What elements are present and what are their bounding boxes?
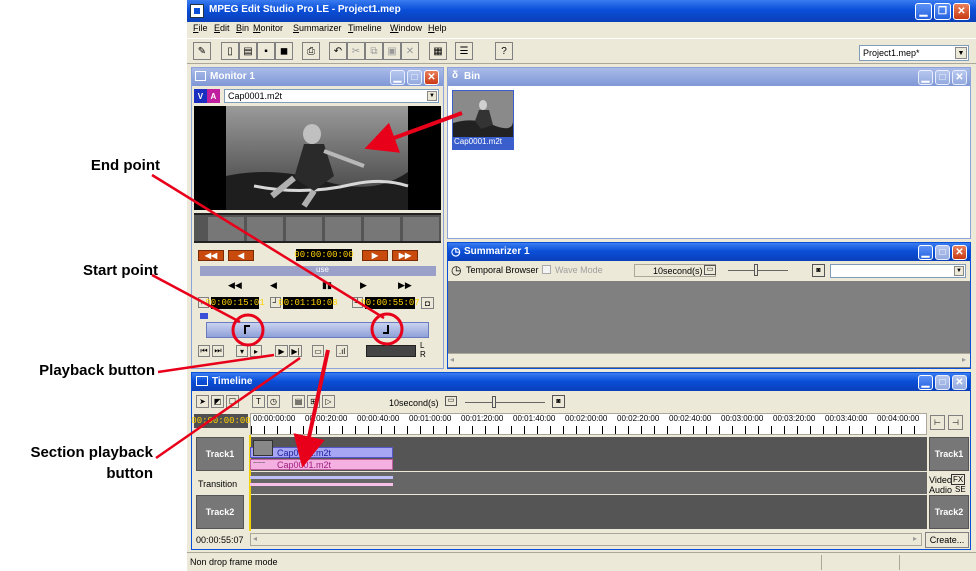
- monitor-to-timeline-arrow: [293, 349, 330, 468]
- bin-to-monitor-arrow: [364, 111, 463, 153]
- end-point-circle: [370, 312, 404, 346]
- playback-line: [157, 353, 275, 374]
- start-point-line: [151, 273, 241, 324]
- start-point-circle: [231, 313, 265, 347]
- annotation-overlay: [151, 111, 463, 468]
- end-point-line: [151, 173, 385, 320]
- section-playback-line: [155, 356, 301, 460]
